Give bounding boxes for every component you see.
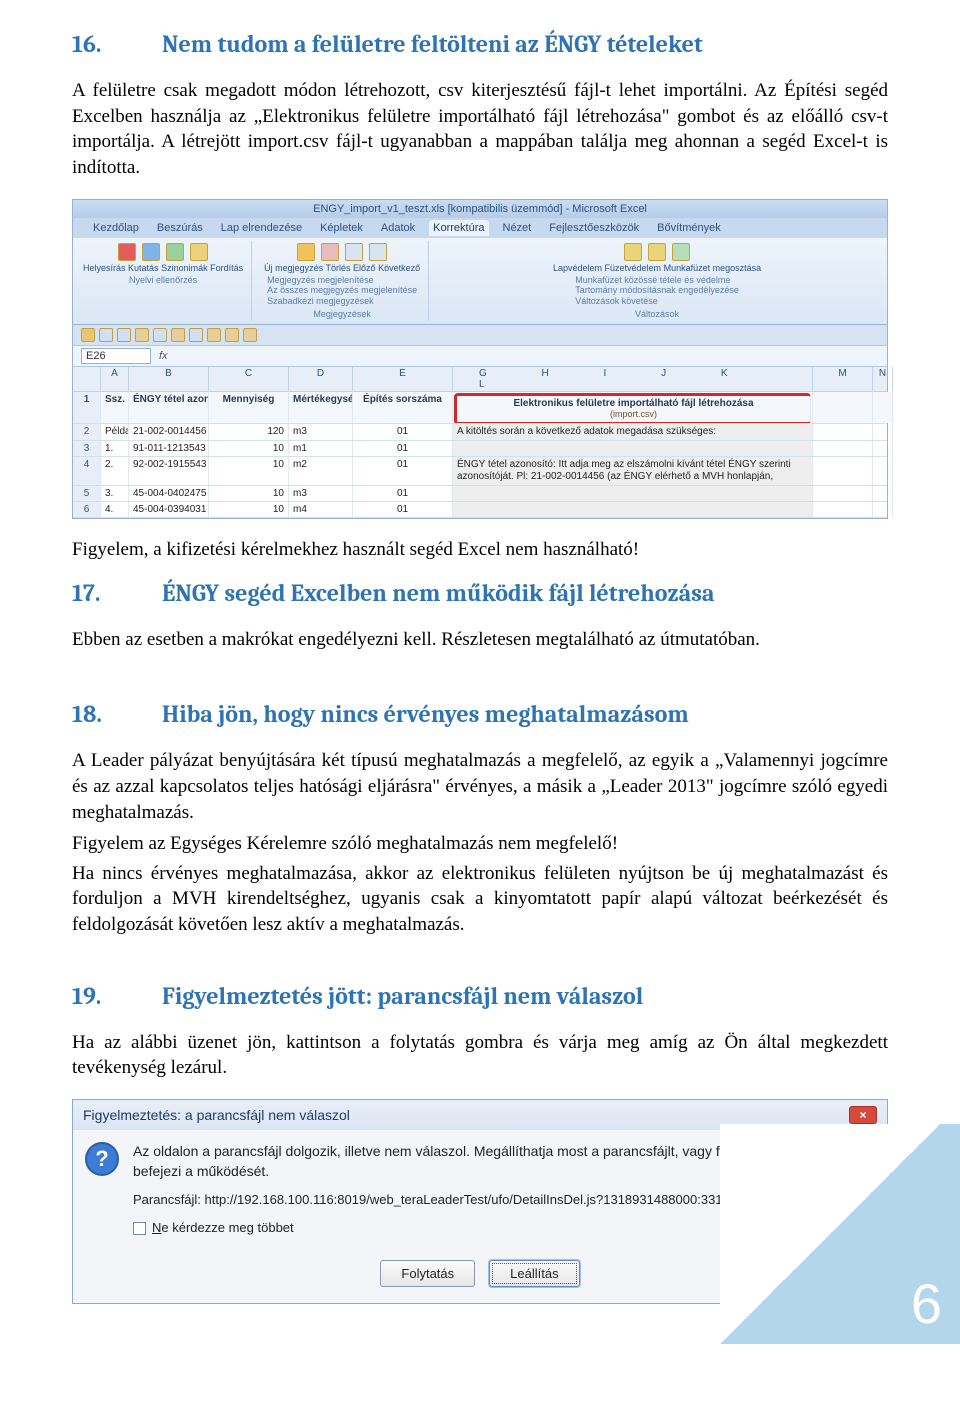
table-row: 4 2. 92-002-1915543 10 m2 01 ÉNGY tétel … — [73, 457, 887, 486]
column-headers: A B C D E G H I J K L M N — [73, 367, 887, 392]
qat-icon[interactable] — [207, 328, 221, 342]
name-box[interactable]: E26 — [81, 348, 151, 364]
tab-nezet[interactable]: Nézet — [499, 220, 536, 236]
heading-19-title: Figyelmeztetés jött: parancsfájl nem vál… — [162, 982, 888, 1010]
section-18-p1: A Leader pályázat benyújtására két típus… — [72, 748, 888, 825]
section-18-p2: Figyelem az Egységes Kérelemre szóló meg… — [72, 831, 888, 857]
qat-icon[interactable] — [117, 328, 131, 342]
dialog-script-path: Parancsfájl: http://192.168.100.116:8019… — [133, 1191, 873, 1209]
next-comment-icon[interactable] — [369, 243, 387, 261]
tab-beszuras[interactable]: Beszúrás — [153, 220, 207, 236]
heading-18-number: 18. — [72, 700, 162, 728]
ribbon-group-comments: Új megjegyzés Törlés Előző Következő Meg… — [260, 241, 429, 321]
excel-screenshot: ENGY_import_v1_teszt.xls [kompatibilis ü… — [72, 199, 888, 519]
qat-icon[interactable] — [153, 328, 167, 342]
script-warning-dialog: Figyelmeztetés: a parancsfájl nem válasz… — [72, 1099, 888, 1304]
qat-icon[interactable] — [243, 328, 257, 342]
heading-17: 17. ÉNGY segéd Excelben nem működik fájl… — [72, 579, 888, 607]
tab-kezdolap[interactable]: Kezdőlap — [89, 220, 143, 236]
table-row: 5 3. 45-004-0402475 10 m3 01 — [73, 486, 887, 502]
formula-bar: E26 fx — [73, 346, 887, 367]
dialog-titlebar: Figyelmeztetés: a parancsfájl nem válasz… — [73, 1100, 887, 1130]
tab-bovitmenyek[interactable]: Bővítmények — [653, 220, 725, 236]
section-16-note: Figyelem, a kifizetési kérelmekhez haszn… — [72, 537, 888, 563]
qat-icon[interactable] — [189, 328, 203, 342]
fx-icon[interactable]: fx — [159, 350, 168, 362]
new-comment-icon[interactable] — [297, 243, 315, 261]
excel-grid: A B C D E G H I J K L M N 1 Ssz. ÉNGY té… — [73, 367, 887, 518]
translate-icon[interactable] — [190, 243, 208, 261]
excel-titlebar: ENGY_import_v1_teszt.xls [kompatibilis ü… — [73, 200, 887, 218]
continue-button[interactable]: Folytatás — [380, 1260, 475, 1287]
stop-button[interactable]: Leállítás — [489, 1260, 579, 1287]
delete-comment-icon[interactable] — [321, 243, 339, 261]
prev-comment-icon[interactable] — [345, 243, 363, 261]
close-icon[interactable]: × — [849, 1106, 877, 1124]
heading-16-title: Nem tudom a felületre feltölteni az ÉNGY… — [162, 30, 888, 58]
qat-icon[interactable] — [225, 328, 239, 342]
section-18-p3: Ha nincs érvényes meghatalmazása, akkor … — [72, 861, 888, 938]
qat-icon[interactable] — [171, 328, 185, 342]
protect-sheet-icon[interactable] — [624, 243, 642, 261]
table-header-row: 1 Ssz. ÉNGY tétel azonosító Mennyiség Mé… — [73, 392, 887, 424]
import-csv-button[interactable]: Elektronikus felületre importálható fájl… — [454, 393, 811, 423]
heading-19-number: 19. — [72, 982, 162, 1010]
heading-18: 18. Hiba jön, hogy nincs érvényes meghat… — [72, 700, 888, 728]
tab-korrektura[interactable]: Korrektúra — [429, 220, 488, 236]
heading-18-title: Hiba jön, hogy nincs érvényes meghatalma… — [162, 700, 888, 728]
section-19-paragraph: Ha az alábbi üzenet jön, kattintson a fo… — [72, 1030, 888, 1081]
heading-17-title: ÉNGY segéd Excelben nem működik fájl lét… — [162, 579, 888, 607]
heading-17-number: 17. — [72, 579, 162, 607]
tab-lap-elrendezese[interactable]: Lap elrendezése — [217, 220, 306, 236]
ribbon-group-changes-label: Változások — [635, 309, 679, 319]
excel-ribbon: Helyesírás Kutatás Szinonimák Fordítás N… — [73, 238, 887, 325]
heading-16-number: 16. — [72, 30, 162, 58]
table-row: 2 Példa 21-002-0014456 120 m3 01 A kitöl… — [73, 424, 887, 441]
qat-icon[interactable] — [135, 328, 149, 342]
checkbox-icon[interactable] — [133, 1222, 146, 1235]
share-workbook-icon[interactable] — [672, 243, 690, 261]
section-17-paragraph: Ebben az esetben a makrókat engedélyezni… — [72, 627, 888, 653]
excel-ribbon-tabs: Kezdőlap Beszúrás Lap elrendezése Képlet… — [73, 218, 887, 238]
heading-19: 19. Figyelmeztetés jött: parancsfájl nem… — [72, 982, 888, 1010]
quick-access-toolbar — [73, 325, 887, 346]
ribbon-group-proofing: Helyesírás Kutatás Szinonimák Fordítás N… — [79, 241, 252, 321]
qat-icon[interactable] — [99, 328, 113, 342]
dialog-message: Az oldalon a parancsfájl dolgozik, illet… — [133, 1142, 873, 1181]
dialog-title-text: Figyelmeztetés: a parancsfájl nem válasz… — [83, 1107, 350, 1123]
tab-adatok[interactable]: Adatok — [377, 220, 419, 236]
tab-fejlesztoeszkozok[interactable]: Fejlesztőeszközök — [545, 220, 643, 236]
ribbon-group-proofing-label: Nyelvi ellenőrzés — [129, 275, 197, 285]
question-icon: ? — [85, 1142, 119, 1176]
checkbox-label: Ne kérdezze meg többet — [152, 1219, 294, 1237]
tab-kepletek[interactable]: Képletek — [316, 220, 367, 236]
ribbon-group-changes: Lapvédelem Füzetvédelem Munkafüzet megos… — [437, 241, 881, 321]
research-icon[interactable] — [142, 243, 160, 261]
ribbon-group-comments-label: Megjegyzések — [313, 309, 371, 319]
section-16-paragraph: A felületre csak megadott módon létrehoz… — [72, 78, 888, 181]
protect-workbook-icon[interactable] — [648, 243, 666, 261]
spellcheck-icon[interactable] — [118, 243, 136, 261]
table-row: 6 4. 45-004-0394031 10 m4 01 — [73, 502, 887, 518]
qat-icon[interactable] — [81, 328, 95, 342]
table-row: 3 1. 91-011-1213543 10 m1 01 — [73, 441, 887, 457]
dont-ask-checkbox[interactable]: Ne kérdezze meg többet — [133, 1219, 873, 1237]
thesaurus-icon[interactable] — [166, 243, 184, 261]
heading-16: 16. Nem tudom a felületre feltölteni az … — [72, 30, 888, 58]
